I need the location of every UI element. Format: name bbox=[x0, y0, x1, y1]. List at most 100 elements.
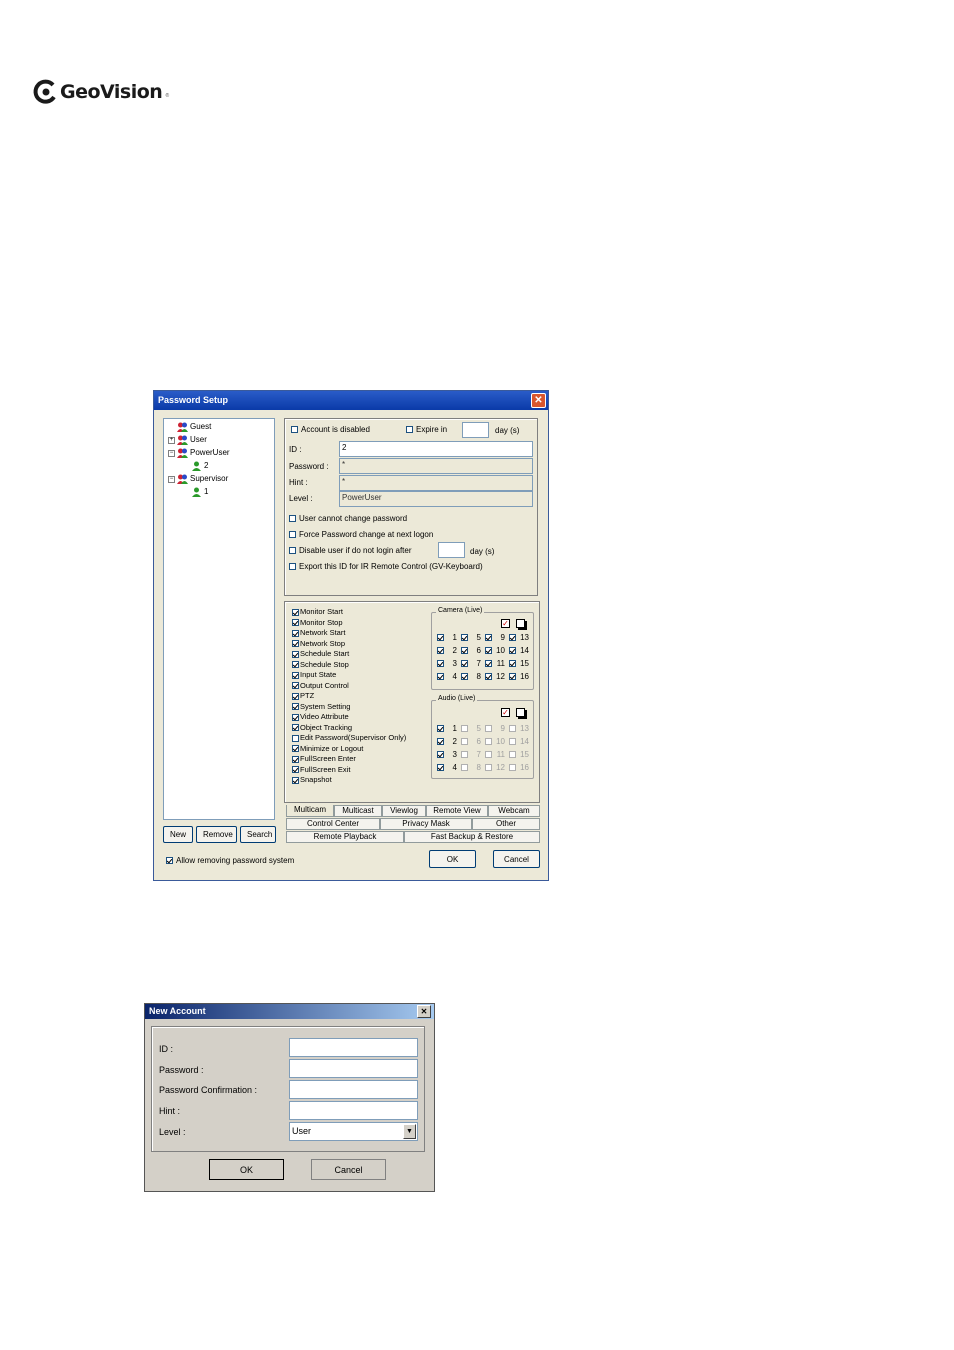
permission-checkbox[interactable]: Network Stop bbox=[292, 639, 345, 648]
permission-checkbox[interactable]: FullScreen Exit bbox=[292, 765, 350, 774]
tab[interactable]: Multicam bbox=[286, 805, 334, 817]
tree-node[interactable]: 1 bbox=[182, 487, 208, 497]
expand-icon[interactable]: − bbox=[168, 475, 175, 483]
audio-checkbox[interactable]: 10 bbox=[485, 737, 505, 746]
camera-checkbox[interactable]: 5 bbox=[461, 633, 481, 642]
permission-checkbox[interactable]: Object Tracking bbox=[292, 723, 352, 732]
permission-checkbox[interactable]: Output Control bbox=[292, 681, 349, 690]
tab[interactable]: Multicast bbox=[334, 805, 382, 817]
audio-deselect-all-icon[interactable] bbox=[516, 708, 525, 717]
permission-checkbox[interactable]: Edit Password(Supervisor Only) bbox=[292, 733, 406, 742]
new-level-select[interactable]: User ▼ bbox=[289, 1122, 418, 1141]
permission-checkbox[interactable]: Input State bbox=[292, 670, 336, 679]
audio-checkbox[interactable]: 14 bbox=[509, 737, 529, 746]
camera-checkbox[interactable]: 13 bbox=[509, 633, 529, 642]
user-tree[interactable]: Guest + User − PowerUser 2 − Supervisor 1 bbox=[163, 418, 275, 820]
new-hint-field[interactable] bbox=[289, 1101, 418, 1120]
permission-checkbox[interactable]: Monitor Start bbox=[292, 607, 343, 616]
tree-node[interactable]: 2 bbox=[182, 461, 208, 471]
tab[interactable]: Webcam bbox=[488, 805, 540, 817]
chevron-down-icon[interactable]: ▼ bbox=[403, 1124, 416, 1139]
camera-checkbox[interactable]: 14 bbox=[509, 646, 529, 655]
permission-checkbox[interactable]: Network Start bbox=[292, 628, 345, 637]
camera-checkbox[interactable]: 11 bbox=[485, 659, 505, 668]
camera-checkbox[interactable]: 7 bbox=[461, 659, 481, 668]
expand-icon[interactable]: + bbox=[168, 436, 175, 444]
new-cancel-button[interactable]: Cancel bbox=[311, 1159, 386, 1180]
permission-checkbox[interactable]: Minimize or Logout bbox=[292, 744, 363, 753]
permission-checkbox[interactable]: Video Attribute bbox=[292, 712, 349, 721]
camera-checkbox[interactable]: 10 bbox=[485, 646, 505, 655]
tree-node[interactable]: − Supervisor bbox=[168, 474, 228, 484]
camera-checkbox[interactable]: 16 bbox=[509, 672, 529, 681]
tree-node[interactable]: + User bbox=[168, 435, 207, 445]
expire-checkbox[interactable]: Expire in bbox=[406, 425, 447, 435]
tab[interactable]: Privacy Mask bbox=[380, 818, 472, 830]
audio-checkbox[interactable]: 15 bbox=[509, 750, 529, 759]
audio-checkbox[interactable]: 2 bbox=[437, 737, 457, 746]
audio-checkbox[interactable]: 12 bbox=[485, 763, 505, 772]
close-icon[interactable]: ✕ bbox=[417, 1005, 431, 1018]
permission-checkbox[interactable]: Schedule Start bbox=[292, 649, 349, 658]
tab[interactable]: Remote Playback bbox=[286, 831, 404, 843]
hint-field[interactable]: * bbox=[339, 475, 533, 491]
camera-checkbox[interactable]: 2 bbox=[437, 646, 457, 655]
tab[interactable]: Control Center bbox=[286, 818, 380, 830]
audio-checkbox[interactable]: 3 bbox=[437, 750, 457, 759]
audio-checkbox[interactable]: 7 bbox=[461, 750, 481, 759]
allow-removing-checkbox[interactable]: Allow removing password system bbox=[166, 856, 294, 866]
close-icon[interactable]: ✕ bbox=[531, 393, 546, 408]
export-ir-checkbox[interactable]: Export this ID for IR Remote Control (GV… bbox=[289, 562, 483, 572]
search-button[interactable]: Search bbox=[240, 826, 276, 843]
camera-checkbox[interactable]: 4 bbox=[437, 672, 457, 681]
new-confirm-field[interactable] bbox=[289, 1080, 418, 1099]
cancel-button[interactable]: Cancel bbox=[493, 850, 540, 868]
audio-checkbox[interactable]: 4 bbox=[437, 763, 457, 772]
cannot-change-password-checkbox[interactable]: User cannot change password bbox=[289, 514, 407, 524]
new-password-field[interactable] bbox=[289, 1059, 418, 1078]
permission-checkbox[interactable]: FullScreen Enter bbox=[292, 754, 356, 763]
audio-checkbox[interactable]: 1 bbox=[437, 724, 457, 733]
ok-button[interactable]: OK bbox=[429, 850, 476, 868]
new-ok-button[interactable]: OK bbox=[209, 1159, 284, 1180]
audio-select-all-icon[interactable]: ✓ bbox=[501, 708, 510, 717]
select-all-icon[interactable]: ✓ bbox=[501, 619, 510, 628]
id-field[interactable]: 2 bbox=[339, 441, 533, 457]
audio-checkbox[interactable]: 5 bbox=[461, 724, 481, 733]
expand-icon[interactable]: − bbox=[168, 449, 175, 457]
permission-checkbox[interactable]: Snapshot bbox=[292, 775, 332, 784]
tab[interactable]: Fast Backup & Restore bbox=[404, 831, 540, 843]
camera-checkbox[interactable]: 12 bbox=[485, 672, 505, 681]
new-button[interactable]: New bbox=[163, 826, 193, 843]
tab[interactable]: Viewlog bbox=[382, 805, 426, 817]
tree-node[interactable]: − PowerUser bbox=[168, 448, 230, 458]
audio-checkbox[interactable]: 16 bbox=[509, 763, 529, 772]
audio-checkbox[interactable]: 6 bbox=[461, 737, 481, 746]
permission-checkbox[interactable]: Monitor Stop bbox=[292, 618, 343, 627]
camera-checkbox[interactable]: 8 bbox=[461, 672, 481, 681]
audio-checkbox[interactable]: 9 bbox=[485, 724, 505, 733]
force-change-checkbox[interactable]: Force Password change at next logon bbox=[289, 530, 433, 540]
new-id-field[interactable] bbox=[289, 1038, 418, 1057]
expire-days-field[interactable] bbox=[462, 422, 489, 438]
account-disabled-checkbox[interactable]: Account is disabled bbox=[291, 425, 370, 435]
camera-checkbox[interactable]: 1 bbox=[437, 633, 457, 642]
camera-checkbox[interactable]: 15 bbox=[509, 659, 529, 668]
tab[interactable]: Remote View bbox=[426, 805, 488, 817]
disable-days-field[interactable] bbox=[438, 542, 465, 558]
deselect-all-icon[interactable] bbox=[516, 619, 525, 628]
audio-checkbox[interactable]: 11 bbox=[485, 750, 505, 759]
password-field[interactable]: * bbox=[339, 458, 533, 474]
permission-checkbox[interactable]: System Setting bbox=[292, 702, 350, 711]
camera-checkbox[interactable]: 6 bbox=[461, 646, 481, 655]
camera-checkbox[interactable]: 3 bbox=[437, 659, 457, 668]
tree-node[interactable]: Guest bbox=[168, 422, 211, 432]
audio-checkbox[interactable]: 8 bbox=[461, 763, 481, 772]
audio-checkbox[interactable]: 13 bbox=[509, 724, 529, 733]
remove-button[interactable]: Remove bbox=[196, 826, 237, 843]
permission-checkbox[interactable]: PTZ bbox=[292, 691, 314, 700]
permission-checkbox[interactable]: Schedule Stop bbox=[292, 660, 349, 669]
tab[interactable]: Other bbox=[472, 818, 540, 830]
camera-checkbox[interactable]: 9 bbox=[485, 633, 505, 642]
disable-user-checkbox[interactable]: Disable user if do not login after bbox=[289, 546, 412, 556]
